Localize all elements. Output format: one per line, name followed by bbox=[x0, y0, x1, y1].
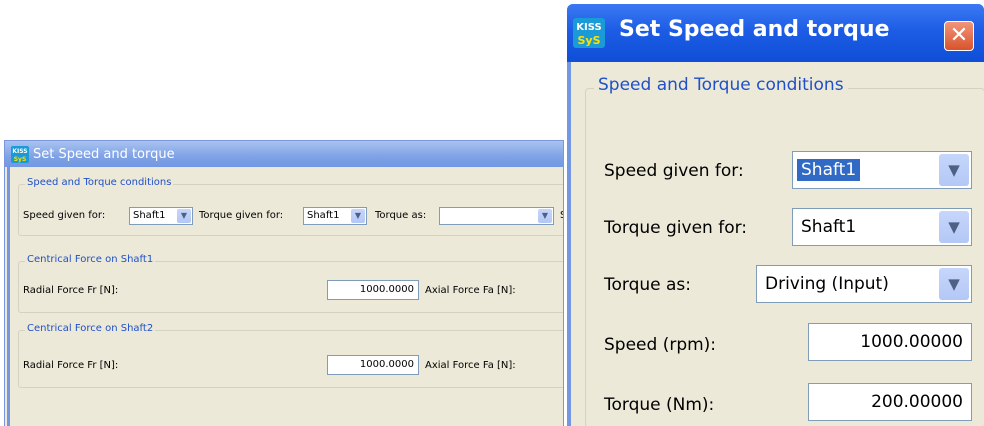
chevron-down-icon[interactable]: ▼ bbox=[939, 211, 969, 243]
torque-as-select[interactable]: Driving (Input) ▼ bbox=[756, 265, 972, 303]
small-dialog-client: Speed and Torque conditions Speed given … bbox=[7, 167, 563, 426]
small-dialog-title: Set Speed and torque bbox=[33, 146, 175, 162]
torque-as-label: Torque as: bbox=[375, 210, 427, 221]
axial-force-label: Axial Force Fa [N]: bbox=[425, 285, 516, 296]
large-dialog-title: Set Speed and torque bbox=[619, 17, 890, 42]
speed-rpm-label: Speed (rpm): bbox=[604, 335, 717, 355]
torque-given-label: Torque given for: bbox=[604, 218, 748, 238]
chevron-down-icon[interactable]: ▼ bbox=[939, 268, 969, 300]
kisssys-logo-icon: KISS SyS bbox=[573, 18, 605, 48]
torque-as-select[interactable]: ▼ bbox=[439, 207, 554, 225]
group-legend: Centrical Force on Shaft1 bbox=[25, 254, 156, 265]
radial-force-label: Radial Force Fr [N]: bbox=[23, 360, 119, 371]
radial-force-input[interactable]: 1000.0000 bbox=[327, 280, 419, 300]
select-value: Driving (Input) bbox=[765, 274, 889, 294]
svg-text:SyS: SyS bbox=[14, 156, 27, 163]
small-dialog-window: KISS SyS Set Speed and torque Speed and … bbox=[4, 140, 564, 426]
speed-rpm-input[interactable]: 1000.00000 bbox=[808, 323, 972, 361]
chevron-down-icon[interactable]: ▼ bbox=[177, 209, 191, 223]
speed-given-select[interactable]: Shaft1 ▼ bbox=[792, 151, 972, 189]
svg-text:SyS: SyS bbox=[577, 34, 600, 47]
radial-force-input[interactable]: 1000.0000 bbox=[327, 355, 419, 375]
chevron-down-icon[interactable]: ▼ bbox=[538, 209, 552, 223]
torque-given-label: Torque given for: bbox=[199, 210, 284, 221]
speed-torque-group: Speed and Torque conditions Speed given … bbox=[585, 75, 984, 426]
group-legend: Speed and Torque conditions bbox=[594, 75, 848, 95]
speed-given-select[interactable]: Shaft1 ▼ bbox=[129, 207, 193, 225]
close-icon[interactable]: ✕ bbox=[944, 21, 974, 51]
large-dialog-titlebar[interactable]: KISS SyS Set Speed and torque ✕ bbox=[567, 4, 984, 62]
group-legend: Speed and Torque conditions bbox=[25, 177, 174, 188]
axial-force-label: Axial Force Fa [N]: bbox=[425, 360, 516, 371]
torque-nm-input[interactable]: 200.00000 bbox=[808, 383, 972, 421]
large-dialog-window: KISS SyS Set Speed and torque ✕ Speed an… bbox=[567, 4, 984, 426]
large-dialog-client: Speed and Torque conditions Speed given … bbox=[571, 62, 984, 426]
shaft1-force-group: Centrical Force on Shaft1 Radial Force F… bbox=[18, 254, 563, 313]
speed-given-label: Speed given for: bbox=[23, 210, 106, 221]
group-legend: Centrical Force on Shaft2 bbox=[25, 323, 156, 334]
small-dialog-titlebar[interactable]: KISS SyS Set Speed and torque bbox=[5, 141, 563, 167]
select-value: Shaft1 bbox=[797, 159, 861, 181]
shaft2-force-group: Centrical Force on Shaft2 Radial Force F… bbox=[18, 323, 563, 388]
kisssys-logo-icon: KISS SyS bbox=[11, 145, 29, 163]
torque-given-select[interactable]: Shaft1 ▼ bbox=[792, 208, 972, 246]
select-value: Shaft1 bbox=[307, 210, 340, 221]
svg-text:KISS: KISS bbox=[576, 22, 601, 33]
torque-as-label: Torque as: bbox=[604, 275, 692, 295]
speed-label-cut: S bbox=[560, 210, 563, 221]
torque-given-select[interactable]: Shaft1 ▼ bbox=[303, 207, 367, 225]
radial-force-label: Radial Force Fr [N]: bbox=[23, 285, 119, 296]
select-value: Shaft1 bbox=[801, 217, 857, 237]
chevron-down-icon[interactable]: ▼ bbox=[939, 154, 969, 186]
speed-given-label: Speed given for: bbox=[604, 161, 744, 181]
chevron-down-icon[interactable]: ▼ bbox=[351, 209, 365, 223]
speed-torque-group: Speed and Torque conditions Speed given … bbox=[18, 177, 563, 236]
svg-text:KISS: KISS bbox=[12, 148, 27, 155]
select-value: Shaft1 bbox=[133, 210, 166, 221]
torque-nm-label: Torque (Nm): bbox=[604, 395, 715, 415]
